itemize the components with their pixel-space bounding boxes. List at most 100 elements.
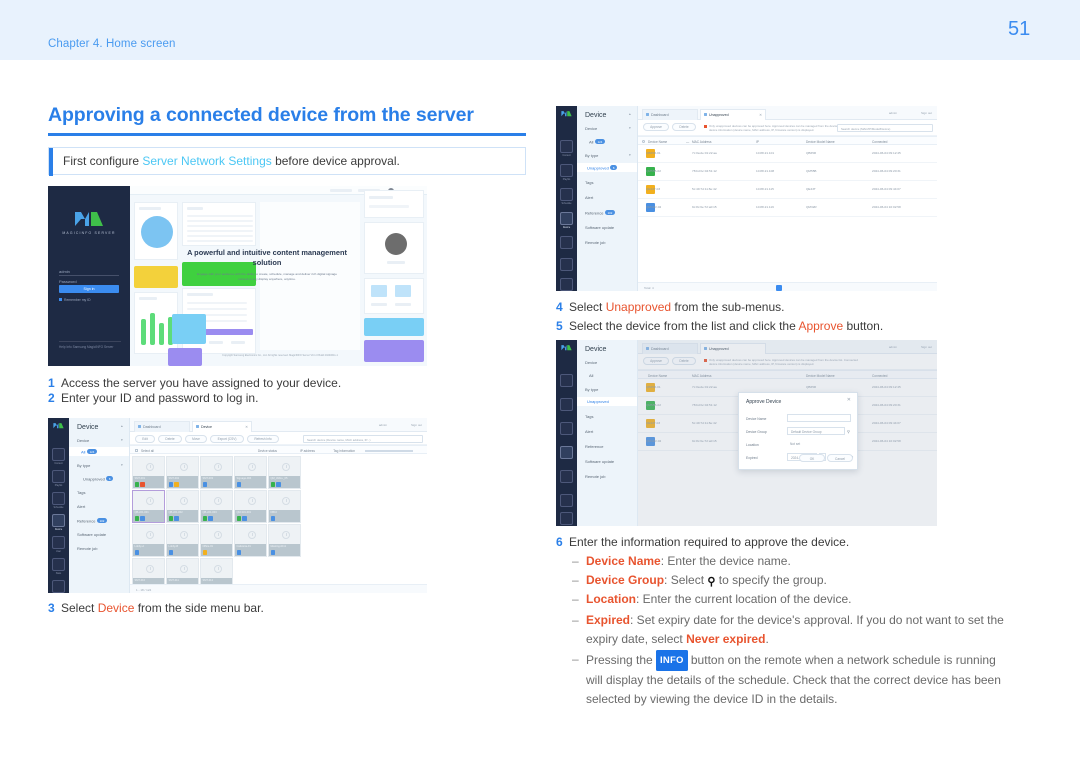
sidebar-item-remote-job[interactable]: Remote job	[77, 546, 97, 551]
sidebar-item-software-update[interactable]: Software update	[585, 225, 614, 230]
ok-button[interactable]: OK	[799, 453, 825, 462]
select-all-checkbox[interactable]	[642, 139, 646, 143]
tab-dashboard[interactable]: Dashboard	[134, 420, 190, 432]
admin-label[interactable]: admin	[889, 111, 897, 115]
tab-device[interactable]: Device ✕	[192, 420, 252, 432]
table-row[interactable]: QM55B-02 78:bd:bc:04:51:12 10.88.21.108 QM5…	[638, 163, 937, 181]
login-id-field[interactable]: admin	[59, 268, 119, 276]
input-device-name[interactable]	[787, 414, 851, 422]
rail-item-playlist[interactable]	[52, 470, 65, 483]
table-row[interactable]: QE43T-03 5c:49:7d:11:8e:42 10.88.21.115 QE4…	[638, 181, 937, 199]
column-device-model[interactable]: Device Model Name	[806, 140, 835, 144]
device-tile[interactable]: Office-01	[200, 524, 233, 557]
toolbar-move-button[interactable]: Move	[185, 435, 207, 443]
search-input[interactable]: Search device (MAC/IP/Model/Device)	[837, 124, 933, 132]
toolbar-edit-button[interactable]: Edit	[135, 435, 155, 443]
device-tile[interactable]: SMT-001	[132, 456, 165, 489]
device-tile[interactable]: Signage-004	[234, 456, 267, 489]
table-row[interactable]: QB65R-01 7c:0a:de:01:22:aa 10.88.21.101 QB6…	[638, 145, 937, 163]
sidebar-item-unapproved[interactable]: Unapproved 8	[83, 476, 114, 482]
rail-item-user[interactable]	[52, 536, 65, 549]
search-icon[interactable]: ⚲	[847, 429, 850, 434]
sidebar-item-all[interactable]: All 124	[81, 449, 98, 455]
device-tile[interactable]: QB-221-001	[132, 490, 165, 523]
device-tile[interactable]: SMT-003	[200, 456, 233, 489]
rail-item-schedule[interactable]	[560, 188, 573, 201]
option-tag-info[interactable]: Tag information	[333, 449, 355, 453]
rail-item-statistics[interactable]	[560, 494, 573, 507]
logout-label[interactable]: Sign out	[411, 423, 422, 427]
sidebar-item-alert[interactable]: Alert	[585, 195, 593, 200]
login-signin-button[interactable]: Sign in	[59, 285, 119, 293]
column-mac-address[interactable]: MAC Address	[692, 140, 712, 144]
rail-item-statistics[interactable]	[560, 258, 573, 271]
approve-button[interactable]: Approve	[643, 123, 669, 131]
rail-item-playlist[interactable]	[560, 398, 573, 411]
rail-item-content[interactable]	[560, 374, 573, 387]
device-tile[interactable]: SMT-002	[166, 456, 199, 489]
sidebar-item-software-update[interactable]: Software update	[585, 459, 614, 464]
rail-item-schedule[interactable]	[52, 492, 65, 505]
chevron-down-icon[interactable]: ▾	[629, 153, 631, 157]
admin-label[interactable]: admin	[379, 423, 387, 427]
toolbar-delete-button[interactable]: Delete	[158, 435, 182, 443]
sidebar-item-device[interactable]: Device	[585, 126, 597, 131]
input-location[interactable]: Not set	[787, 440, 851, 448]
close-icon[interactable]: ✕	[245, 425, 248, 429]
rail-item-settings[interactable]	[52, 580, 65, 593]
close-icon[interactable]: ✕	[759, 113, 762, 117]
device-tile[interactable]: QM-331-001	[234, 490, 267, 523]
sidebar-item-unapproved[interactable]: Unapproved	[587, 399, 609, 404]
sidebar-item-device[interactable]: Device	[77, 438, 89, 443]
sidebar-item-all[interactable]: All 124	[589, 139, 606, 145]
option-ip-address[interactable]: IP address	[300, 449, 315, 453]
rail-item-user[interactable]	[560, 236, 573, 249]
rail-item-settings[interactable]	[560, 512, 573, 525]
chevron-up-icon[interactable]: ▴	[629, 112, 631, 116]
rail-item-schedule[interactable]	[560, 422, 573, 435]
sidebar-item-reference[interactable]: Reference 102	[77, 518, 108, 524]
device-tile[interactable]: Lobby-A	[132, 524, 165, 557]
column-ip[interactable]: IP	[756, 140, 759, 144]
option-device-status[interactable]: Device status	[258, 449, 277, 453]
rail-item-settings[interactable]	[560, 278, 573, 291]
toolbar-export-button[interactable]: Export (CSV)	[210, 435, 244, 443]
sidebar-item-reference[interactable]: Reference 102	[585, 210, 616, 216]
zoom-slider[interactable]	[365, 450, 413, 452]
sidebar-item-alert[interactable]: Alert	[585, 429, 593, 434]
sidebar-item-alert[interactable]: Alert	[77, 504, 85, 509]
sidebar-item-tags[interactable]: Tags	[77, 490, 85, 495]
sidebar-item-tags[interactable]: Tags	[585, 180, 593, 185]
device-tile[interactable]: Meeting-Rm1	[268, 524, 301, 557]
select-all-checkbox[interactable]	[135, 448, 139, 452]
table-row[interactable]: QM32R-04 9c:8c:6e:72:a0:15 10.88.21.119 QM3…	[638, 199, 937, 217]
device-tile[interactable]: QB-221-002	[166, 490, 199, 523]
rail-item-playlist[interactable]	[560, 164, 573, 177]
sidebar-item-software-update[interactable]: Software update	[77, 532, 106, 537]
device-tile[interactable]: Cafeteria-01	[234, 524, 267, 557]
delete-button[interactable]: Delete	[672, 123, 696, 131]
rail-item-content[interactable]	[560, 140, 573, 153]
tab-unapproved[interactable]: Unapproved ✕	[700, 108, 766, 120]
login-remember-checkbox[interactable]: Remember my ID	[59, 298, 91, 302]
chevron-up-icon[interactable]: ▴	[121, 424, 123, 428]
sidebar-item-reference[interactable]: Reference	[585, 444, 603, 449]
search-input[interactable]: Search device (Device name, MAC address,…	[303, 435, 423, 443]
sidebar-item-bytype[interactable]: By type	[585, 387, 598, 392]
device-tile[interactable]: QB-221-003	[200, 490, 233, 523]
sidebar-item-remote-job[interactable]: Remote job	[585, 240, 605, 245]
chevron-down-icon[interactable]: ▾	[121, 463, 123, 467]
note-link[interactable]: Server Network Settings	[142, 154, 271, 168]
sidebar-item-bytype[interactable]: By type	[585, 153, 598, 158]
sidebar-item-bytype[interactable]: By type	[77, 463, 90, 468]
device-tile[interactable]: DB10	[268, 490, 301, 523]
device-tile[interactable]: QM_WALL_05	[268, 456, 301, 489]
device-tile[interactable]: Lobby-B	[166, 524, 199, 557]
sidebar-item-tags[interactable]: Tags	[585, 414, 593, 419]
logout-label[interactable]: Sign out	[921, 111, 932, 115]
toolbar-refresh-button[interactable]: Refresh Info	[247, 435, 279, 443]
sidebar-item-unapproved[interactable]: Unapproved 8	[587, 165, 618, 171]
rail-item-device[interactable]	[560, 212, 573, 225]
rail-item-statistics[interactable]	[52, 558, 65, 571]
rail-item-device[interactable]	[52, 514, 65, 527]
